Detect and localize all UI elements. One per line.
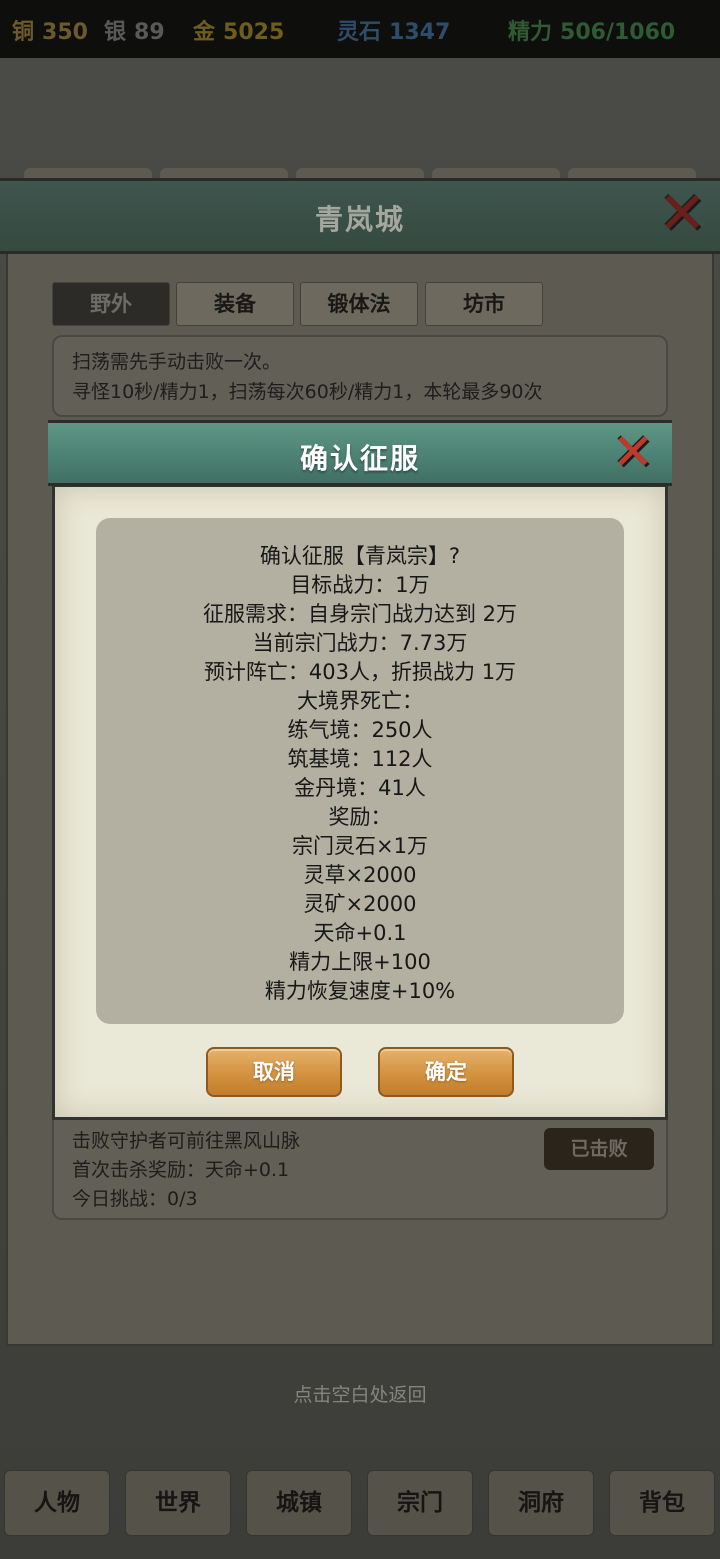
- dialog-line: 筑基境：112人: [287, 747, 433, 771]
- guardian-info-line: 击败守护者可前往黑风山脉: [72, 1130, 301, 1152]
- dialog-line: 预计阵亡：403人，折损战力 1万: [203, 660, 517, 684]
- silver-resource: 银 89: [104, 14, 165, 46]
- guardian-info-line: 今日挑战：0/3: [72, 1188, 198, 1210]
- dialog-close-icon[interactable]: ✕: [612, 427, 654, 477]
- nav-town[interactable]: 城镇: [246, 1470, 352, 1536]
- energy-resource: 精力 506/1060: [508, 14, 675, 46]
- silver-label: 银: [104, 20, 127, 45]
- defeated-button[interactable]: 已击败: [544, 1128, 654, 1170]
- energy-value: 506/1060: [560, 20, 676, 45]
- city-close-icon[interactable]: ✕: [658, 184, 707, 242]
- confirm-button[interactable]: 确定: [378, 1047, 514, 1097]
- tab-equipment[interactable]: 装备: [176, 282, 294, 326]
- dialog-title: 确认征服: [299, 442, 420, 475]
- dialog-line: 灵草×2000: [303, 863, 417, 887]
- nav-character[interactable]: 人物: [4, 1470, 110, 1536]
- energy-label: 精力: [508, 20, 553, 45]
- dialog-line: 目标战力：1万: [290, 573, 430, 597]
- dialog-line: 灵矿×2000: [303, 892, 417, 916]
- bottom-nav: 人物 世界 城镇 宗门 洞府 背包: [0, 1470, 720, 1536]
- nav-world[interactable]: 世界: [125, 1470, 231, 1536]
- dialog-line: 征服需求：自身宗门战力达到 2万: [202, 602, 518, 626]
- gold-label: 金: [193, 20, 216, 45]
- dialog-line: 奖励：: [328, 805, 392, 829]
- tab-market[interactable]: 坊市: [425, 282, 543, 326]
- copper-value: 350: [42, 20, 88, 45]
- dialog-line: 练气境：250人: [287, 718, 433, 742]
- dialog-line: 当前宗门战力：7.73万: [252, 631, 468, 655]
- silver-value: 89: [134, 20, 165, 45]
- dialog-line: 精力恢复速度+10%: [264, 979, 456, 1003]
- gold-resource: 金 5025: [193, 14, 284, 46]
- sweep-info-box: 扫荡需先手动击败一次。 寻怪10秒/精力1，扫荡每次60秒/精力1，本轮最多90…: [52, 335, 668, 417]
- nav-bag[interactable]: 背包: [609, 1470, 715, 1536]
- sweep-info-line: 扫荡需先手动击败一次。: [72, 351, 282, 373]
- dialog-line: 天命+0.1: [313, 921, 407, 945]
- sweep-info-line: 寻怪10秒/精力1，扫荡每次60秒/精力1，本轮最多90次: [72, 381, 543, 403]
- dialog-line: 确认征服【青岚宗】?: [259, 544, 461, 568]
- tab-wilderness[interactable]: 野外: [52, 282, 170, 326]
- cancel-button[interactable]: 取消: [206, 1047, 342, 1097]
- gold-value: 5025: [223, 20, 285, 45]
- spirit-stone-value: 1347: [389, 20, 451, 45]
- nav-cave-abode[interactable]: 洞府: [488, 1470, 594, 1536]
- dialog-line: 大境界死亡：: [297, 689, 423, 713]
- dialog-content: 确认征服【青岚宗】? 目标战力：1万 征服需求：自身宗门战力达到 2万 当前宗门…: [96, 518, 624, 1024]
- city-sub-tabs: 野外 装备 锻体法 坊市: [52, 282, 552, 326]
- guardian-box: 击败守护者可前往黑风山脉 首次击杀奖励：天命+0.1 今日挑战：0/3 已击败: [52, 1108, 668, 1220]
- city-title: 青岚城: [314, 203, 405, 236]
- spirit-stone-resource: 灵石 1347: [337, 14, 450, 46]
- guardian-info-line: 首次击杀奖励：天命+0.1: [72, 1159, 290, 1181]
- copper-label: 铜: [12, 20, 35, 45]
- tab-body-forging[interactable]: 锻体法: [300, 282, 418, 326]
- back-hint[interactable]: 点击空白处返回: [0, 1380, 720, 1407]
- dialog-line: 金丹境：41人: [294, 776, 426, 800]
- spirit-stone-label: 灵石: [337, 20, 382, 45]
- dialog-line: 宗门灵石×1万: [292, 834, 428, 858]
- nav-sect[interactable]: 宗门: [367, 1470, 473, 1536]
- city-header: 青岚城: [0, 178, 720, 254]
- resource-bar: 铜 350 银 89 金 5025 灵石 1347 精力 506/1060: [0, 0, 720, 58]
- dialog-line: 精力上限+100: [289, 950, 431, 974]
- dialog-header: 确认征服: [48, 420, 672, 486]
- copper-resource: 铜 350: [12, 14, 88, 46]
